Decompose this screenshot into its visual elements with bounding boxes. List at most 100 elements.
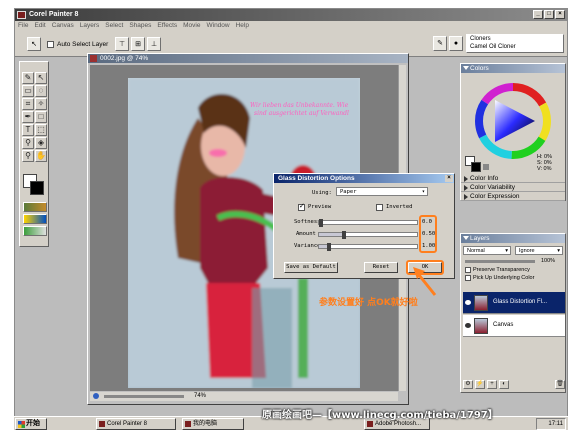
menu-help[interactable]: Help [236,21,249,31]
document-title: 0002.jpg @ 74% [100,55,149,62]
taskbar-item-my-computer[interactable]: 我的电脑 [182,418,244,430]
grabber-tool-icon[interactable]: ✋ [35,150,47,162]
panel-additional-color[interactable] [471,162,481,172]
opacity-slider[interactable] [465,260,535,263]
composite-method-select[interactable]: Normal ▾ [463,246,511,255]
visibility-eye-icon[interactable] [465,323,471,328]
amount-slider[interactable] [318,231,418,239]
preview-checkbox[interactable]: ✓ [298,203,305,211]
auto-select-layer-checkbox[interactable] [47,41,54,48]
document-horizontal-scrollbar[interactable]: 74% [90,392,398,401]
menu-edit[interactable]: Edit [34,21,45,31]
align-top-icon[interactable]: ⊤ [115,37,129,51]
close-button[interactable]: × [555,10,565,19]
magic-wand-tool-icon[interactable]: ✧ [35,98,47,110]
patterns-selector-icon[interactable] [23,226,47,236]
menu-window[interactable]: Window [206,21,229,31]
magnifier-tool-icon[interactable]: ⚲ [22,150,34,162]
rectangular-selection-tool-icon[interactable]: ▭ [22,85,34,97]
layers-panel-footer: ⚙ ⚡ + ◐ 🗑 [463,380,565,390]
color-info-row[interactable]: Color Info [461,174,565,183]
visibility-eye-icon[interactable] [465,300,471,305]
menu-movie[interactable]: Movie [183,21,200,31]
colors-panel-title: Colors [470,65,489,72]
lasso-tool-icon[interactable]: ◌ [35,85,47,97]
crop-tool-icon[interactable]: ⌗ [22,98,34,110]
brush-category-name: Cloners [470,36,491,42]
variance-slider[interactable] [318,243,418,251]
dynamic-plugins-icon[interactable]: ⚡ [475,380,485,389]
variance-label: Variance [294,243,321,249]
amount-slider-thumb[interactable] [341,231,346,239]
pen-tool-icon[interactable]: ✒ [22,111,34,123]
gradients-selector-icon[interactable] [23,214,47,224]
layer-adjuster-tool-icon[interactable]: ↖ [27,37,41,51]
softness-slider-thumb[interactable] [319,219,323,227]
shape-selection-tool-icon[interactable]: ⬚ [35,124,47,136]
papers-selector-icon[interactable] [23,202,47,212]
layer-item-glass-distortion[interactable]: Glass Distortion Fl... [463,292,565,314]
layer-commands-icon[interactable]: ⚙ [463,380,473,389]
layer-item-canvas[interactable]: Canvas [463,315,565,337]
zoom-slider[interactable] [104,395,184,398]
maximize-button[interactable]: □ [544,10,554,19]
menu-select[interactable]: Select [105,21,123,31]
additional-color-swatch[interactable] [30,181,44,195]
pick-up-underlying-label: Pick Up Underlying Color [473,275,535,281]
value-readout: V: 0% [537,166,552,172]
color-expression-row[interactable]: Color Expression [461,192,565,201]
variance-slider-thumb[interactable] [326,243,331,251]
brush-category-icon[interactable]: ✎ [433,36,447,51]
clone-color-icon[interactable] [483,164,489,170]
softness-slider[interactable] [318,219,418,227]
zoom-icon[interactable] [93,393,99,399]
using-select[interactable]: Paper ▾ [336,187,428,196]
menu-file[interactable]: File [18,21,28,31]
photo-caption-line-1: Wir lieben das Unbekannte. Wie [250,102,349,109]
menu-shapes[interactable]: Shapes [129,21,151,31]
color-wheel[interactable] [463,76,563,166]
pick-up-underlying-checkbox[interactable] [465,275,471,281]
composite-method-value: Normal [467,248,485,254]
document-titlebar: 0002.jpg @ 74% [88,54,408,63]
text-tool-icon[interactable]: T [22,124,34,136]
colors-panel-header[interactable]: Colors [461,64,565,73]
painter-app-icon [17,11,26,19]
values-highlight [419,215,437,253]
menu-canvas[interactable]: Canvas [52,21,74,31]
menu-effects[interactable]: Effects [157,21,177,31]
align-bottom-icon[interactable]: ⊥ [147,37,161,51]
preview-label: Preview [308,204,332,210]
dropper-tool-icon[interactable]: ⚲ [22,137,34,149]
delete-layer-icon[interactable]: 🗑 [555,380,565,389]
align-middle-icon[interactable]: ⊞ [131,37,145,51]
brush-selector[interactable]: Cloners Camel Oil Cloner [466,34,564,53]
brush-tool-icon[interactable]: ✎ [22,72,34,84]
layer-mask-icon[interactable]: ◐ [499,380,509,389]
layer-thumbnail [474,318,488,334]
new-layer-icon[interactable]: + [487,380,497,389]
amount-label: Amount [296,231,316,237]
color-variability-row[interactable]: Color Variability [461,183,565,192]
using-value: Paper [340,189,357,195]
preserve-transparency-checkbox[interactable] [465,267,471,273]
brush-dab-icon[interactable]: ● [449,36,463,51]
layer-adjuster-tool-icon[interactable]: ↖ [35,72,47,84]
dialog-close-icon[interactable]: × [445,175,453,182]
save-as-default-button[interactable]: Save as Default [284,262,338,273]
saturation-value-triangle[interactable] [495,100,535,142]
app-title: Corel Painter 8 [29,11,79,18]
layers-panel-header[interactable]: Layers [461,234,565,243]
composite-depth-select[interactable]: Ignore ▾ [515,246,563,255]
inverted-checkbox[interactable] [376,204,383,211]
brush-variant-name: Camel Oil Cloner [470,44,516,50]
start-button[interactable]: 开始 [15,418,47,430]
taskbar-item-painter[interactable]: Corel Painter 8 [96,418,176,430]
reset-button[interactable]: Reset [364,262,398,273]
rectangle-shape-tool-icon[interactable]: □ [35,111,47,123]
minimize-button[interactable]: _ [533,10,543,19]
menu-layers[interactable]: Layers [80,21,100,31]
softness-label: Softness [294,219,321,225]
paint-bucket-tool-icon[interactable]: ◈ [35,137,47,149]
document-icon [90,55,97,62]
